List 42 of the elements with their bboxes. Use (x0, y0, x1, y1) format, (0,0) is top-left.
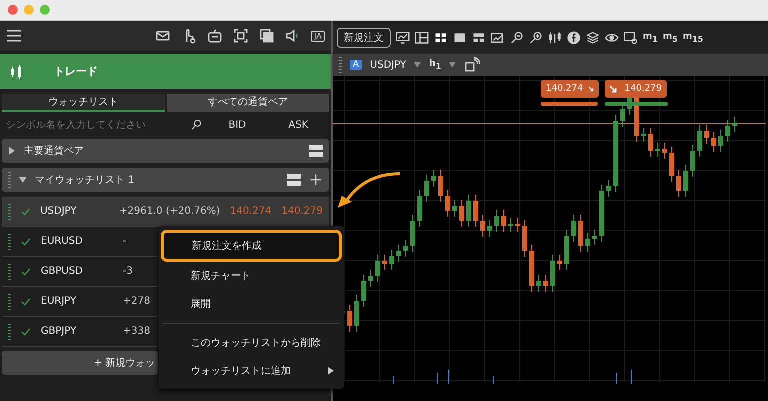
symbol-label: EURUSD (41, 236, 84, 247)
timeframe-button[interactable]: m$_{15}$ (682, 32, 704, 44)
change-value: +338 (123, 326, 150, 337)
tab[interactable]: ウォッチリスト (2, 94, 164, 112)
group-name: 主要通貨ペア (24, 144, 85, 158)
menu-item[interactable]: このウォッチリストから削除 (159, 329, 344, 357)
ask-price-button[interactable]: 140.279 (605, 80, 667, 98)
bid-value: 140.274 (230, 206, 272, 217)
change-value: +2961.0 (+20.76%) (119, 206, 220, 217)
symbol-selector[interactable]: USDJPY (370, 60, 406, 70)
column-header: ASK (288, 120, 310, 130)
menu-item[interactable]: ウォッチリストに追加 (159, 357, 344, 385)
watchlist-row[interactable]: USDJPY +2961.0 (+20.76%) 140.274 140.279 (2, 197, 329, 226)
change-value: -3 (123, 266, 133, 277)
new-order-button[interactable]: 新規注文 (337, 28, 391, 48)
menu-item[interactable]: 新規注文を作成 (161, 230, 342, 262)
watchlist-group[interactable]: 主要通貨ペア (2, 139, 329, 163)
timeframe-button[interactable]: m$_{1}$ (643, 32, 658, 44)
watchlist-row[interactable]: EURJPY +278 (2, 287, 157, 316)
watchlist-row[interactable]: GBPJPY +338 (2, 317, 157, 346)
timeframe-selector[interactable]: h$_{1}$ (429, 59, 442, 71)
watchlist-group[interactable]: マイウォッチリスト 1 (2, 168, 329, 192)
symbol-label: USDJPY (40, 206, 78, 217)
column-header: BID (228, 120, 248, 130)
change-value: +278 (123, 296, 150, 307)
ask-value: 140.279 (282, 206, 323, 217)
watchlist-row[interactable]: GBPUSD -3 (2, 257, 157, 286)
symbol-label: GBPUSD (41, 266, 84, 277)
watchlist-row[interactable]: EURUSD - (2, 227, 157, 256)
language-badge[interactable]: JA (311, 30, 325, 42)
section-title: トレード (54, 64, 98, 79)
menu-item[interactable]: 新規チャート (159, 262, 344, 290)
tab[interactable]: すべての通貨ペア (166, 94, 329, 112)
timeframe-button[interactable]: m$_{5}$ (662, 32, 678, 44)
account-badge[interactable]: A (350, 60, 362, 70)
menu-item[interactable]: 展開 (159, 290, 344, 318)
new-watchlist-button[interactable]: + 新規ウォッ (2, 351, 158, 375)
symbol-label: EURJPY (41, 296, 78, 307)
group-name: マイウォッチリスト 1 (35, 174, 136, 187)
bid-price-button[interactable]: 140.274 (541, 80, 599, 98)
change-value: - (123, 236, 127, 247)
symbol-label: GBPJPY (41, 326, 78, 337)
